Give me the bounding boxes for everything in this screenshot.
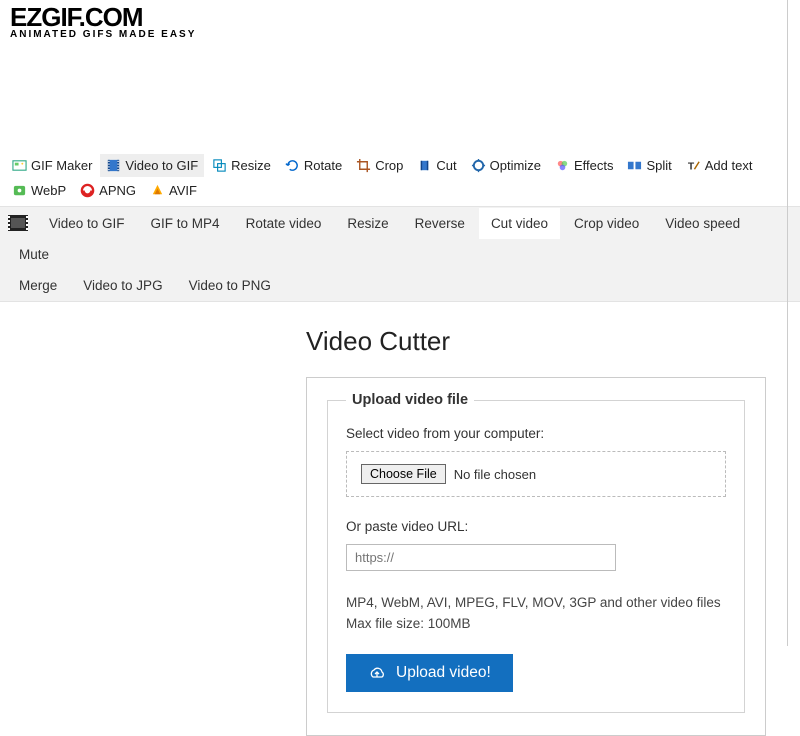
avif-icon (150, 183, 165, 198)
page-title: Video Cutter (306, 326, 800, 357)
file-dropzone[interactable]: Choose File No file chosen (346, 451, 726, 497)
gif-maker-icon (12, 158, 27, 173)
tab-cut-video[interactable]: Cut video (479, 208, 560, 239)
nav-label: GIF Maker (31, 158, 92, 173)
rotate-icon (285, 158, 300, 173)
split-icon (627, 158, 642, 173)
tab-gif-to-mp4[interactable]: GIF to MP4 (139, 208, 232, 239)
upload-button-label: Upload video! (396, 664, 491, 682)
nav-label: Crop (375, 158, 403, 173)
nav-apng[interactable]: APNG (74, 179, 142, 202)
optimize-icon (471, 158, 486, 173)
tab-video-to-jpg[interactable]: Video to JPG (71, 270, 174, 301)
tab-video-speed[interactable]: Video speed (653, 208, 752, 239)
tab-resize[interactable]: Resize (335, 208, 400, 239)
site-logo[interactable]: EZGIF.COM ANIMATED GIFS MADE EASY (0, 0, 800, 40)
nav-label: Split (646, 158, 671, 173)
nav-cut[interactable]: Cut (411, 154, 462, 177)
upload-button[interactable]: Upload video! (346, 654, 513, 692)
svg-text:T: T (688, 162, 695, 173)
nav-label: Cut (436, 158, 456, 173)
tab-merge[interactable]: Merge (7, 270, 69, 301)
nav-crop[interactable]: Crop (350, 154, 409, 177)
resize-icon (212, 158, 227, 173)
nav-label: AVIF (169, 183, 197, 198)
film-icon (106, 158, 121, 173)
nav-gif-maker[interactable]: GIF Maker (6, 154, 98, 177)
formats-line: MP4, WebM, AVI, MPEG, FLV, MOV, 3GP and … (346, 593, 726, 613)
tab-rotate-video[interactable]: Rotate video (234, 208, 334, 239)
logo-main-text: EZGIF.COM (10, 6, 790, 29)
film-strip-icon (8, 215, 28, 231)
nav-label: Add text (705, 158, 753, 173)
upload-cloud-icon (368, 666, 386, 680)
vertical-divider (787, 0, 788, 646)
nav-label: Resize (231, 158, 271, 173)
nav-add-text[interactable]: T Add text (680, 154, 759, 177)
nav-effects[interactable]: Effects (549, 154, 620, 177)
select-file-label: Select video from your computer: (346, 426, 726, 441)
nav-webp[interactable]: WebP (6, 179, 72, 202)
upload-fieldset: Upload video file Select video from your… (327, 392, 745, 713)
nav-label: Optimize (490, 158, 541, 173)
nav-label: Video to GIF (125, 158, 198, 173)
cut-icon (417, 158, 432, 173)
apng-icon (80, 183, 95, 198)
webp-icon (12, 183, 27, 198)
tab-reverse[interactable]: Reverse (403, 208, 477, 239)
tab-mute[interactable]: Mute (7, 239, 61, 270)
fieldset-legend: Upload video file (346, 392, 474, 408)
supported-formats-text: MP4, WebM, AVI, MPEG, FLV, MOV, 3GP and … (346, 593, 726, 634)
nav-video-to-gif[interactable]: Video to GIF (100, 154, 204, 177)
nav-label: APNG (99, 183, 136, 198)
nav-label: Effects (574, 158, 614, 173)
file-status-text: No file chosen (454, 467, 536, 482)
effects-icon (555, 158, 570, 173)
nav-resize[interactable]: Resize (206, 154, 277, 177)
nav-avif[interactable]: AVIF (144, 179, 203, 202)
nav-label: WebP (31, 183, 66, 198)
max-size-line: Max file size: 100MB (346, 614, 726, 634)
upload-panel: Upload video file Select video from your… (306, 377, 766, 736)
nav-split[interactable]: Split (621, 154, 677, 177)
choose-file-button[interactable]: Choose File (361, 464, 446, 484)
paste-url-label: Or paste video URL: (346, 519, 726, 534)
nav-rotate[interactable]: Rotate (279, 154, 348, 177)
tab-crop-video[interactable]: Crop video (562, 208, 651, 239)
crop-icon (356, 158, 371, 173)
secondary-nav: Video to GIF GIF to MP4 Rotate video Res… (0, 206, 800, 302)
main-content: Video Cutter Upload video file Select vi… (0, 302, 800, 736)
url-input[interactable] (346, 544, 616, 571)
nav-label: Rotate (304, 158, 342, 173)
logo-sub-text: ANIMATED GIFS MADE EASY (10, 29, 790, 40)
tab-video-to-png[interactable]: Video to PNG (177, 270, 283, 301)
text-icon: T (686, 158, 701, 173)
tab-video-to-gif[interactable]: Video to GIF (37, 208, 137, 239)
primary-nav: GIF Maker Video to GIF Resize Rotate Cro… (0, 150, 800, 206)
nav-optimize[interactable]: Optimize (465, 154, 547, 177)
